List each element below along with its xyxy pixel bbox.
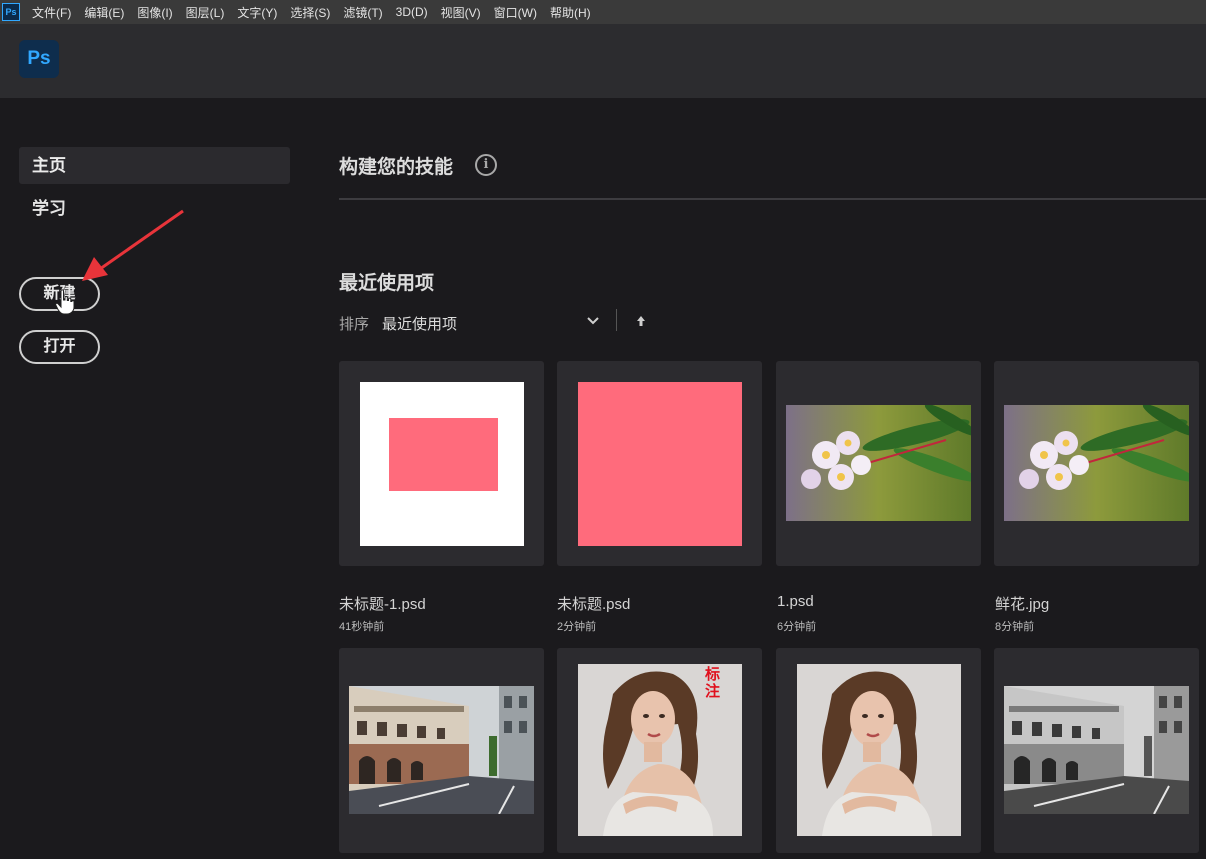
photoshop-app-icon[interactable]: Ps (2, 3, 20, 21)
file-thumbnail (360, 382, 524, 546)
file-time: 41秒钟前 (339, 621, 385, 633)
file-name[interactable]: 鲜花.jpg (995, 593, 1049, 614)
chevron-down-icon[interactable] (586, 314, 600, 328)
hand-cursor-icon (55, 289, 75, 315)
file-card-2[interactable] (557, 361, 762, 566)
sort-label: 排序 (339, 316, 370, 333)
file-card-4[interactable] (994, 361, 1199, 566)
menu-3d[interactable]: 3D(D) (396, 5, 428, 19)
sort-dropdown[interactable]: 最近使用项 (382, 313, 457, 334)
sort-direction-arrow-up-icon[interactable] (636, 315, 646, 327)
file-thumbnail (578, 382, 742, 546)
sidebar-item-home[interactable]: 主页 (19, 147, 290, 184)
menu-edit[interactable]: 编辑(E) (84, 4, 124, 21)
info-icon[interactable]: i (475, 154, 497, 176)
file-time: 6分钟前 (777, 621, 817, 633)
file-card-8[interactable] (994, 648, 1199, 853)
menu-bar: Ps 文件(F) 编辑(E) 图像(I) 图层(L) 文字(Y) 选择(S) 滤… (0, 0, 1206, 24)
open-button[interactable]: 打开 (19, 330, 100, 364)
section-divider (339, 198, 1206, 200)
sort-separator (616, 309, 617, 331)
file-name[interactable]: 未标题.psd (557, 593, 630, 614)
file-card-1[interactable] (339, 361, 544, 566)
build-skills-title: 构建您的技能 (339, 157, 454, 178)
file-thumbnail (349, 686, 534, 814)
file-thumbnail (786, 405, 971, 521)
file-name[interactable]: 未标题-1.psd (339, 593, 426, 614)
recent-files-title: 最近使用项 (339, 273, 435, 294)
annotation-arrow-icon (82, 209, 184, 281)
menu-window[interactable]: 窗口(W) (494, 4, 537, 21)
file-card-5[interactable] (339, 648, 544, 853)
file-time: 2分钟前 (557, 621, 597, 633)
file-thumbnail (797, 664, 961, 836)
photoshop-logo: Ps (19, 40, 59, 78)
file-card-6[interactable]: 标注 (557, 648, 762, 853)
menu-filter[interactable]: 滤镜(T) (343, 4, 382, 21)
sidebar-item-learn[interactable]: 学习 (32, 194, 66, 219)
file-thumbnail (1004, 405, 1189, 521)
menu-file[interactable]: 文件(F) (32, 4, 71, 21)
file-name[interactable]: 1.psd (777, 593, 814, 610)
file-time: 8分钟前 (995, 621, 1035, 633)
file-card-3[interactable] (776, 361, 981, 566)
menu-layer[interactable]: 图层(L) (186, 4, 225, 21)
menu-type[interactable]: 文字(Y) (237, 4, 277, 21)
file-thumbnail (1004, 686, 1189, 814)
stamp-label: 标注 (705, 666, 721, 700)
menu-view[interactable]: 视图(V) (441, 4, 481, 21)
file-card-7[interactable] (776, 648, 981, 853)
menu-help[interactable]: 帮助(H) (550, 4, 591, 21)
app-header: Ps (0, 24, 1206, 98)
menu-select[interactable]: 选择(S) (290, 4, 330, 21)
menu-image[interactable]: 图像(I) (137, 4, 172, 21)
